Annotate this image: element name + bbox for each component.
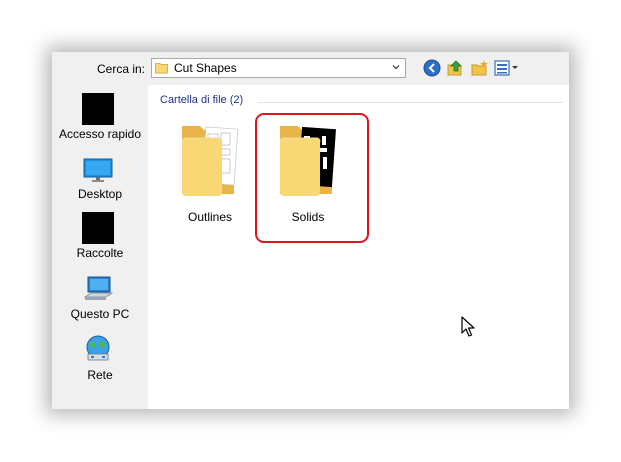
sidebar-item-label: Rete — [87, 368, 113, 382]
mouse-pointer-icon — [461, 316, 475, 337]
network-icon — [86, 335, 110, 361]
chevron-down-icon[interactable] — [390, 61, 402, 73]
folder-outlines-icon — [181, 126, 239, 196]
sidebar-item-questo-pc[interactable]: Questo PC — [52, 273, 148, 329]
sidebar-item-label: Accesso rapido — [58, 127, 142, 141]
libraries-icon — [82, 212, 114, 244]
desktop-icon — [83, 158, 113, 182]
sidebar-item-rete[interactable]: Rete — [52, 334, 148, 390]
sidebar-item-accesso-rapido[interactable]: Accesso rapido — [52, 93, 148, 149]
toolbar: Cerca in: Cut Shapes — [52, 52, 569, 85]
sidebar-item-label: Questo PC — [70, 307, 130, 321]
sidebar-item-label: Raccolte — [76, 246, 124, 260]
view-menu-icon[interactable] — [494, 59, 520, 77]
look-in-dropdown[interactable]: Cut Shapes — [151, 58, 406, 78]
folder-icon — [155, 63, 168, 74]
folder-item-label: Outlines — [187, 210, 233, 224]
look-in-value: Cut Shapes — [174, 61, 237, 75]
computer-icon — [83, 276, 114, 300]
places-bar: Accesso rapido Desktop Raccolte Questo P… — [52, 85, 148, 409]
quick-access-icon — [82, 93, 114, 125]
selection-highlight — [255, 113, 369, 243]
up-folder-icon[interactable] — [447, 59, 465, 77]
sidebar-item-desktop[interactable]: Desktop — [52, 153, 148, 209]
group-divider — [258, 102, 563, 103]
sidebar-item-raccolte[interactable]: Raccolte — [52, 212, 148, 268]
back-icon[interactable] — [423, 59, 441, 77]
sidebar-item-label: Desktop — [77, 187, 123, 201]
group-header[interactable]: Cartella di file (2) — [160, 94, 243, 106]
folder-item-outlines[interactable]: Outlines — [170, 118, 250, 238]
new-folder-icon[interactable] — [471, 59, 489, 77]
look-in-label: Cerca in: — [97, 62, 146, 76]
